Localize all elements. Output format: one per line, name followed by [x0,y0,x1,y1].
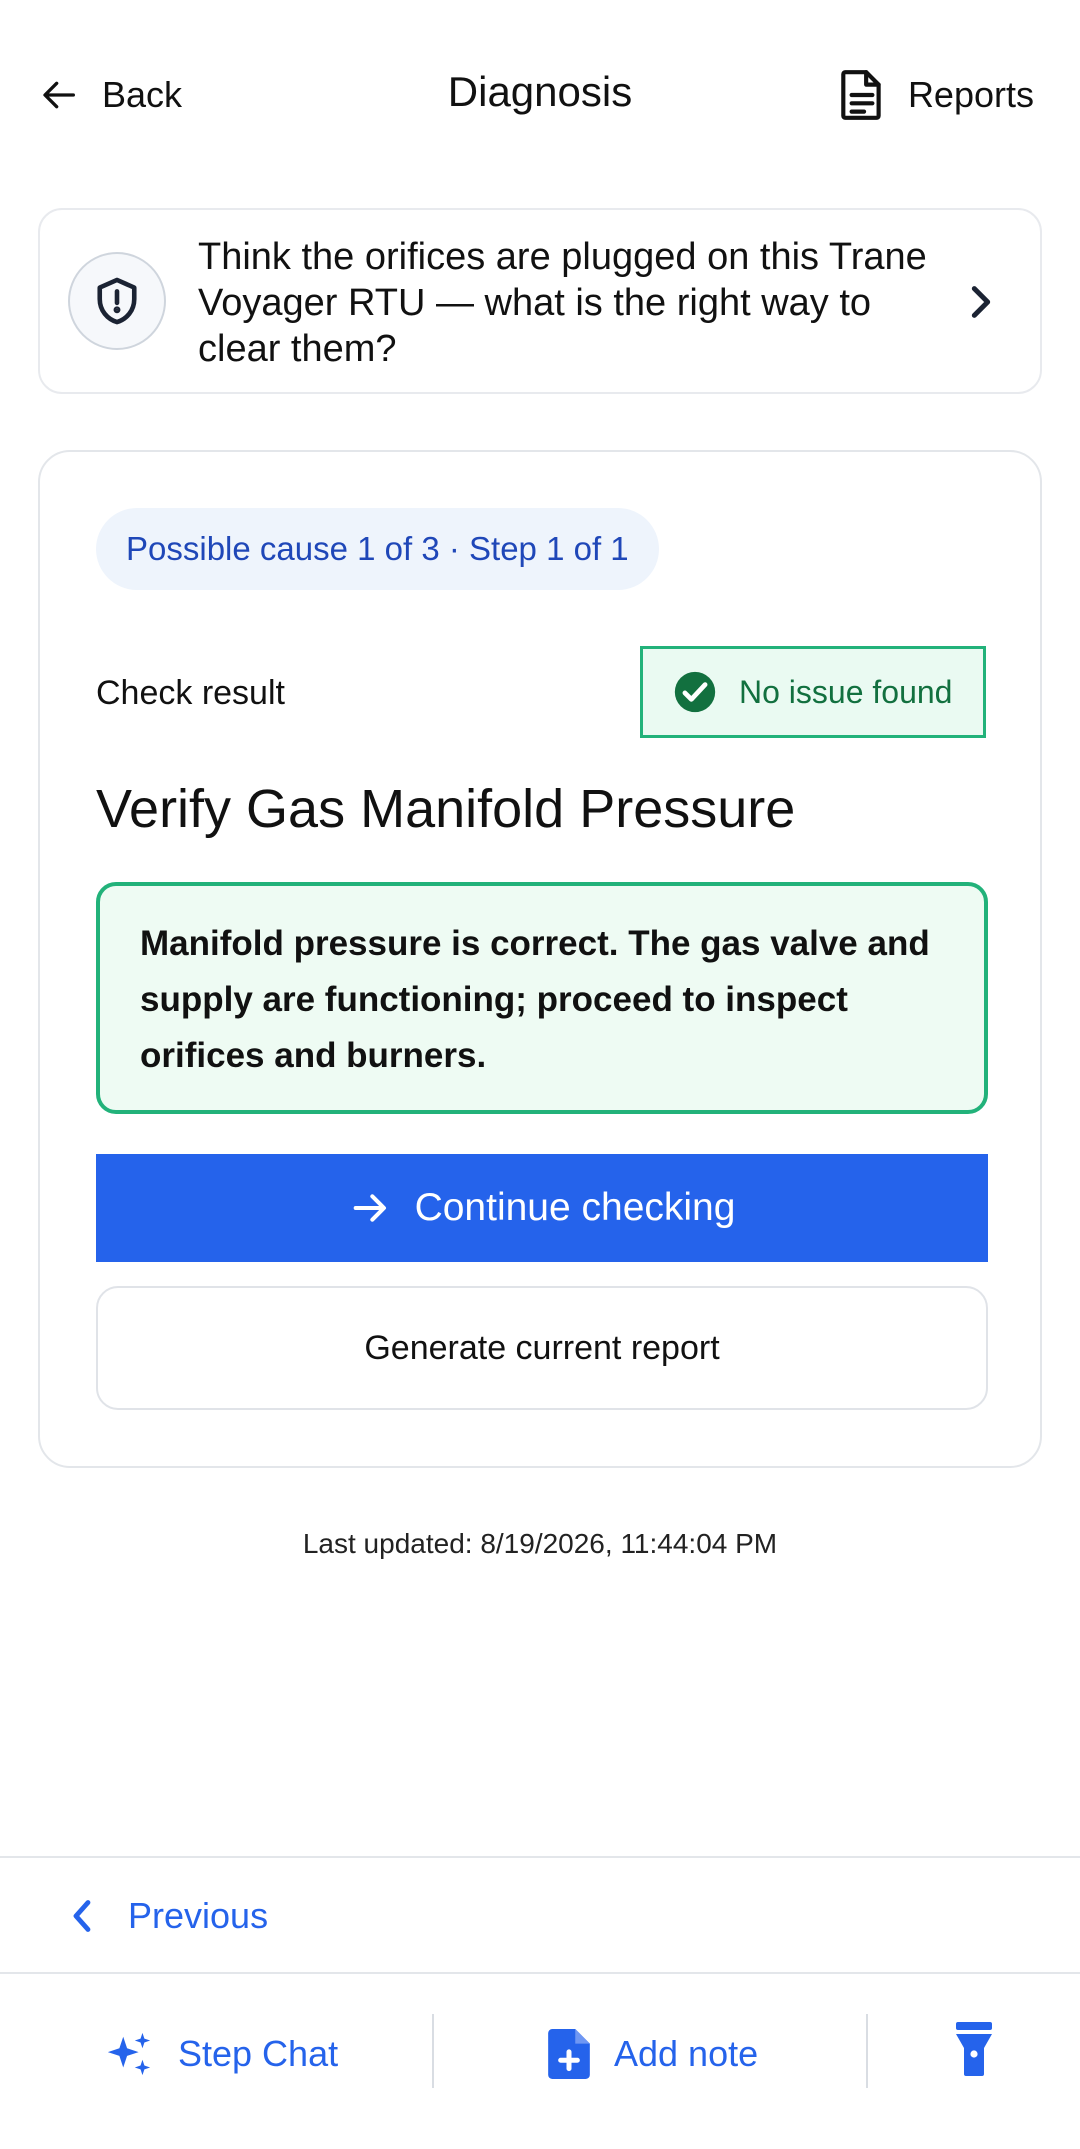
previous-bar: Previous [0,1856,1080,1974]
arrow-right-icon [353,1194,386,1222]
action-divider [432,2014,434,2088]
add-note-label: Add note [614,2033,759,2074]
action-divider [866,2014,868,2088]
last-updated-timestamp: Last updated: 8/19/2026, 11:44:04 PM [302,1528,778,1559]
shield-alert-icon [97,277,137,325]
check-title: Verify Gas Manifold Pressure [96,779,796,839]
step-progress-pill: Possible cause 1 of 3 · Step 1 of 1 [96,508,659,590]
chevron-left-icon [73,1900,91,1932]
result-description: Manifold pressure is correct. The gas va… [96,882,988,1114]
step-chat-button[interactable]: Step Chat [104,2024,338,2084]
sparkles-icon [107,2032,151,2076]
previous-label: Previous [128,1895,269,1936]
question-text: Think the orifices are plugged on this T… [198,236,927,370]
reports-label: Reports [907,74,1034,115]
previous-button[interactable]: Previous [70,1886,268,1946]
add-note-button[interactable]: Add note [548,2024,758,2084]
continue-checking-button[interactable]: Continue checking [96,1154,988,1262]
header: Back Diagnosis Reports [0,0,1080,190]
continue-checking-label: Continue checking [414,1186,736,1229]
generate-report-button[interactable]: Generate current report [96,1286,988,1410]
diagnosis-screen: Back Diagnosis Reports Think the orifice… [0,0,1080,2149]
flashlight-icon[interactable] [956,2022,992,2076]
step-card: Possible cause 1 of 3 · Step 1 of 1 Chec… [38,450,1042,1468]
chevron-right-icon [971,286,991,318]
result-status-text: No issue found [739,673,953,710]
step-chat-label: Step Chat [178,2033,339,2074]
document-icon [841,70,881,120]
check-result-label: Check result [96,674,285,712]
check-circle-icon [674,671,716,713]
file-plus-icon [548,2029,590,2079]
result-status-badge: No issue found [640,646,986,738]
reports-button[interactable]: Reports [838,68,1034,122]
question-card[interactable]: Think the orifices are plugged on this T… [38,208,1042,394]
question-icon-badge [68,252,166,350]
bottom-action-bar: Step Chat Add note [0,1976,1080,2149]
